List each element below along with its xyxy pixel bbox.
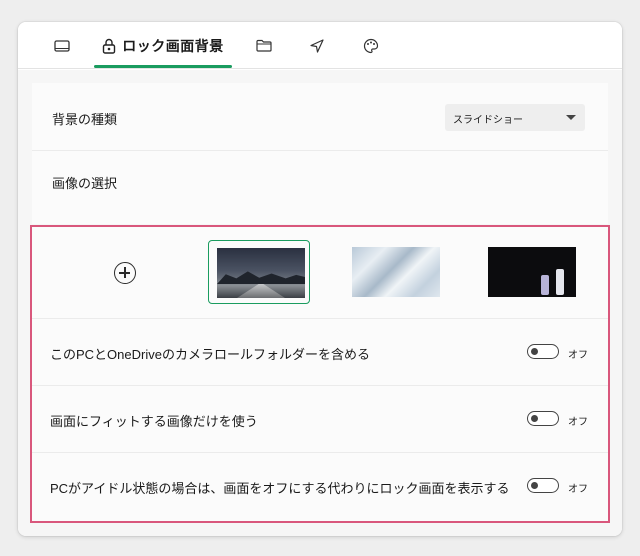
lock-icon	[103, 38, 116, 54]
thumbnail-light-abstract[interactable]	[352, 247, 440, 297]
tab-palette[interactable]	[357, 22, 385, 69]
palette-icon	[363, 38, 379, 53]
settings-window: ロック画面背景 背景の種類 スライドショー 画像の選択 このPCとOneDriv…	[18, 22, 622, 536]
background-type-dropdown[interactable]: スライドショー	[445, 104, 585, 131]
active-tab-indicator	[94, 65, 232, 68]
tab-tablet[interactable]	[48, 22, 76, 69]
toggle-switch[interactable]	[527, 478, 559, 493]
tablet-icon	[54, 39, 70, 52]
setting-label: PCがアイドル状態の場合は、画面をオフにする代わりにロック画面を表示する	[50, 481, 510, 496]
background-type-row: 背景の種類 スライドショー	[32, 83, 608, 150]
chevron-down-icon	[566, 115, 576, 120]
plus-circle-icon[interactable]	[114, 262, 136, 284]
thumbnail-night-road	[217, 248, 305, 298]
background-type-label: 背景の種類	[52, 112, 118, 127]
thumbnail-anime-characters[interactable]	[488, 247, 576, 297]
tab-folder[interactable]	[250, 22, 278, 69]
setting-row-include-camera-roll: このPCとOneDriveのカメラロールフォルダーを含める オフ	[32, 319, 608, 385]
setting-label: このPCとOneDriveのカメラロールフォルダーを含める	[50, 347, 370, 362]
tab-lock-screen[interactable]: ロック画面背景	[94, 22, 232, 69]
setting-row-fit-screen-only: 画面にフィットする画像だけを使う オフ	[32, 386, 608, 452]
send-icon	[310, 38, 324, 53]
tab-send[interactable]	[303, 22, 331, 69]
background-type-value: スライドショー	[453, 115, 523, 126]
folder-icon	[256, 39, 272, 52]
tab-bar: ロック画面背景	[18, 22, 622, 69]
setting-label: 画面にフィットする画像だけを使う	[50, 414, 258, 429]
tab-lock-screen-label: ロック画面背景	[122, 37, 224, 54]
toggle-state-label: オフ	[568, 350, 588, 361]
toggle-switch[interactable]	[527, 344, 559, 359]
highlighted-settings-region: このPCとOneDriveのカメラロールフォルダーを含める オフ 画面にフィット…	[30, 225, 610, 523]
toggle-state-label: オフ	[568, 417, 588, 428]
thumbnail-selected[interactable]	[208, 240, 310, 304]
toggle-state-label: オフ	[568, 484, 588, 495]
image-selection-row: 画像の選択	[32, 151, 608, 224]
image-selection-label: 画像の選択	[52, 176, 118, 191]
toggle-switch[interactable]	[527, 411, 559, 426]
setting-row-idle-lock-screen: PCがアイドル状態の場合は、画面をオフにする代わりにロック画面を表示する オフ	[32, 453, 608, 519]
